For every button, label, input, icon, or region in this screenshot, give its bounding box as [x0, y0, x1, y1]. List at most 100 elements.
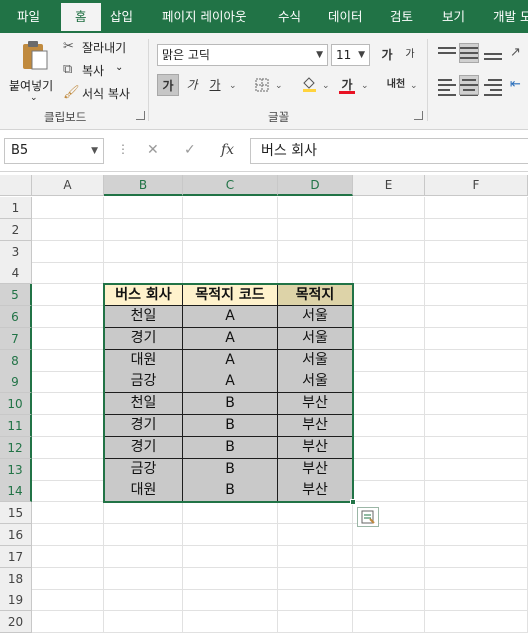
row-header-2[interactable]: 2 [0, 218, 32, 241]
formula-input[interactable]: 버스 회사 [250, 138, 528, 164]
cell[interactable] [183, 262, 278, 285]
border-button[interactable] [251, 74, 273, 96]
cell[interactable] [32, 218, 104, 241]
cell[interactable] [353, 262, 425, 285]
paste-button[interactable]: 붙여넣기 ⌄ [6, 39, 58, 103]
chevron-down-icon[interactable]: ⌄ [275, 81, 283, 91]
tab-home[interactable]: 홈 [61, 3, 101, 33]
cell[interactable] [104, 524, 183, 546]
cell[interactable] [278, 567, 353, 590]
row-header-3[interactable]: 3 [0, 240, 32, 263]
table-cell[interactable]: B [183, 393, 278, 416]
cell[interactable] [278, 545, 353, 568]
table-cell[interactable]: 서울 [278, 349, 353, 372]
cell[interactable] [32, 240, 104, 263]
table-cell[interactable]: 금강 [104, 458, 183, 481]
table-cell[interactable]: 부산 [278, 480, 353, 503]
cell[interactable] [104, 197, 183, 219]
table-cell[interactable]: 부산 [278, 415, 353, 437]
cell[interactable] [353, 349, 425, 372]
tab-developer[interactable]: 개발 도 [493, 0, 528, 33]
fill-handle[interactable] [350, 499, 356, 506]
cell[interactable] [278, 240, 353, 263]
cell[interactable] [353, 567, 425, 590]
cell[interactable] [183, 197, 278, 219]
cell[interactable] [32, 262, 104, 285]
table-cell[interactable]: 경기 [104, 327, 183, 350]
cell[interactable] [278, 589, 353, 612]
cell[interactable] [104, 262, 183, 285]
column-header-d[interactable]: D [278, 175, 353, 196]
table-cell[interactable]: 경기 [104, 415, 183, 437]
cell[interactable] [32, 197, 104, 219]
cell[interactable] [425, 240, 528, 263]
table-cell[interactable]: 천일 [104, 393, 183, 416]
cell[interactable] [32, 480, 104, 503]
cell[interactable] [183, 218, 278, 241]
tab-data[interactable]: 데이터 [328, 0, 363, 33]
cell[interactable] [425, 327, 528, 350]
cell[interactable] [183, 589, 278, 612]
cell[interactable] [278, 611, 353, 633]
cell[interactable] [32, 436, 104, 459]
cell[interactable] [353, 306, 425, 328]
format-painter-button[interactable]: 🖌 서식 복사 [63, 84, 143, 102]
cell[interactable] [104, 611, 183, 633]
tab-review[interactable]: 검토 [390, 0, 413, 33]
table-cell[interactable]: A [183, 306, 278, 328]
cell[interactable] [425, 284, 528, 307]
cell[interactable] [32, 371, 104, 394]
table-cell[interactable]: 부산 [278, 458, 353, 481]
fill-color-button[interactable] [298, 74, 320, 96]
table-cell[interactable]: A [183, 349, 278, 372]
cell[interactable] [32, 524, 104, 546]
cell[interactable] [32, 284, 104, 307]
cell[interactable] [425, 524, 528, 546]
table-cell[interactable]: 부산 [278, 436, 353, 459]
cell[interactable] [104, 218, 183, 241]
row-header-20[interactable]: 20 [0, 611, 32, 633]
insert-function-button[interactable]: fx [221, 142, 234, 158]
table-cell[interactable]: B [183, 480, 278, 503]
cell[interactable] [278, 524, 353, 546]
align-left-icon[interactable] [438, 76, 456, 96]
column-header-e[interactable]: E [353, 175, 425, 196]
font-name-select[interactable]: 맑은 고딕 ▼ [157, 44, 328, 66]
table-cell[interactable]: 부산 [278, 393, 353, 416]
cell[interactable] [32, 611, 104, 633]
cut-button[interactable]: ✂ 잘라내기 [63, 38, 143, 56]
cell[interactable] [104, 502, 183, 525]
cell[interactable] [353, 371, 425, 394]
row-header-19[interactable]: 19 [0, 589, 32, 612]
tab-view[interactable]: 보기 [442, 0, 465, 33]
cell[interactable] [32, 306, 104, 328]
table-cell[interactable]: 서울 [278, 306, 353, 328]
cell[interactable] [425, 436, 528, 459]
row-header-4[interactable]: 4 [0, 262, 32, 285]
cell[interactable] [32, 502, 104, 525]
cell[interactable] [183, 567, 278, 590]
table-cell[interactable]: B [183, 458, 278, 481]
cell[interactable] [278, 218, 353, 241]
cell[interactable] [353, 327, 425, 350]
cell[interactable] [353, 415, 425, 437]
table-cell[interactable]: 천일 [104, 306, 183, 328]
tab-formulas[interactable]: 수식 [278, 0, 301, 33]
italic-button[interactable]: 가 [181, 74, 203, 96]
spreadsheet-grid[interactable]: A B C D E F 1 2 3 4 5 6 7 8 9 10 11 12 13 14 15 16 17 18 19 20 버스 … [0, 175, 528, 633]
cell[interactable] [353, 284, 425, 307]
table-cell[interactable]: 서울 [278, 371, 353, 394]
enter-icon[interactable]: ✓ [184, 142, 196, 158]
table-cell[interactable]: A [183, 327, 278, 350]
table-cell[interactable]: 대원 [104, 349, 183, 372]
name-box[interactable]: B5 ▼ [4, 138, 104, 164]
cell[interactable] [425, 371, 528, 394]
cell[interactable] [425, 502, 528, 525]
tab-page-layout[interactable]: 페이지 레이아웃 [162, 0, 246, 33]
cell[interactable] [104, 589, 183, 612]
align-bottom-icon[interactable] [484, 44, 502, 62]
row-header-9[interactable]: 9 [0, 371, 32, 394]
cell[interactable] [425, 545, 528, 568]
cell[interactable] [32, 589, 104, 612]
align-middle-icon[interactable] [459, 43, 479, 63]
